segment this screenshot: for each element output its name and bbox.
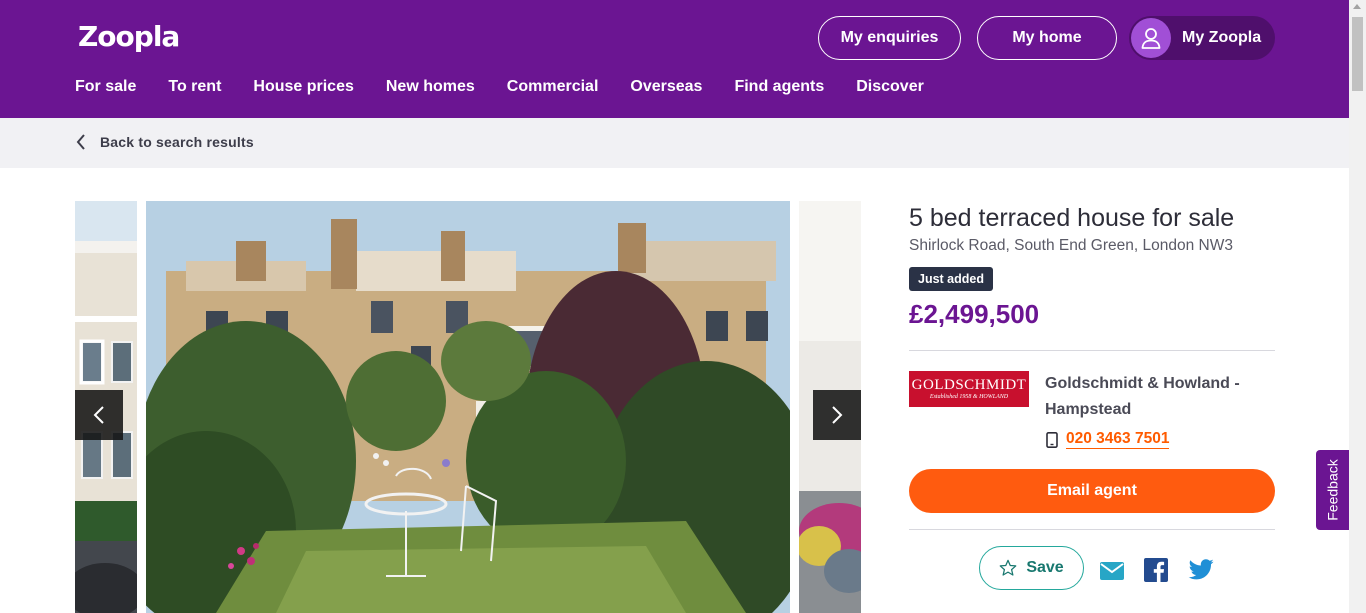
back-to-results-link[interactable]: Back to search results [76,134,254,150]
listing-address: Shirlock Road, South End Green, London N… [909,237,1233,254]
garden-photo [146,201,790,613]
agent-phone-number[interactable]: 020 3463 7501 [1066,430,1170,449]
gallery-slide-current[interactable] [146,201,790,613]
star-outline-icon [999,559,1017,576]
zoopla-logo[interactable]: Zoopla [78,20,180,53]
agent-logo[interactable]: GOLDSCHMIDT Established 1958 & HOWLAND [909,371,1029,407]
nav-item-find-agents[interactable]: Find agents [734,78,824,96]
envelope-icon[interactable] [1100,562,1124,580]
breadcrumb-bar: Back to search results [0,118,1349,168]
twitter-icon[interactable] [1188,559,1214,581]
chevron-left-icon [76,134,85,150]
agent-name-link[interactable]: Goldschmidt & Howland - Hampstead [1045,371,1265,423]
nav-item-commercial[interactable]: Commercial [507,78,599,96]
page-scrollbar[interactable] [1349,0,1366,613]
agent-phone[interactable]: 020 3463 7501 [1046,430,1170,449]
save-button[interactable]: Save [979,546,1084,590]
user-icon [1131,18,1171,58]
divider [909,350,1275,351]
my-zoopla-label: My Zoopla [1182,29,1262,46]
nav-item-house-prices[interactable]: House prices [253,78,353,96]
agent-logo-name: GOLDSCHMIDT [911,376,1027,393]
photo-gallery[interactable] [75,201,861,613]
gallery-prev-button[interactable] [75,390,123,440]
email-agent-button[interactable]: Email agent [909,469,1275,513]
just-added-badge: Just added [909,267,993,291]
gallery-next-button[interactable] [813,390,861,440]
scrollbar-thumb[interactable] [1352,17,1363,91]
nav-item-new-homes[interactable]: New homes [386,78,475,96]
feedback-tab[interactable]: Feedback [1316,450,1349,530]
my-enquiries-button[interactable]: My enquiries [818,16,961,60]
feedback-label: Feedback [1324,459,1341,521]
listing-price: £2,499,500 [909,299,1040,329]
nav-item-overseas[interactable]: Overseas [630,78,702,96]
nav-item-discover[interactable]: Discover [856,78,924,96]
listing-title: 5 bed terraced house for sale [909,204,1235,232]
main-nav: For sale To rent House prices New homes … [75,78,956,96]
my-zoopla-button[interactable]: My Zoopla [1129,16,1275,60]
scroll-up-arrow-icon[interactable] [1353,4,1361,9]
agent-logo-subtitle: Established 1958 & HOWLAND [929,393,1009,400]
site-header: Zoopla My enquiries My home My Zoopla Fo… [0,0,1349,118]
divider [909,529,1275,530]
chevron-right-icon [832,406,843,424]
chevron-left-icon [93,406,104,424]
facebook-icon[interactable] [1144,558,1168,582]
mobile-phone-icon [1046,431,1058,448]
back-to-results-label: Back to search results [100,134,254,150]
nav-item-to-rent[interactable]: To rent [168,78,221,96]
save-label: Save [1026,559,1064,576]
nav-item-for-sale[interactable]: For sale [75,78,136,96]
my-home-button[interactable]: My home [977,16,1117,60]
